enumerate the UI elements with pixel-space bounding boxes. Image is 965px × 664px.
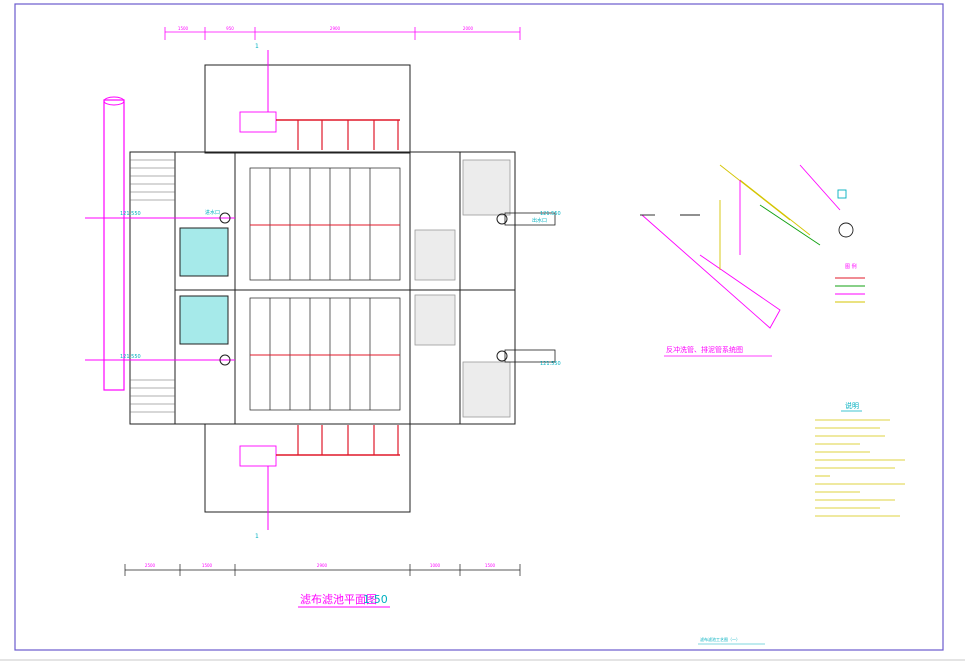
grate-right-mid-b [414,294,456,346]
filter-disks-lower [249,297,401,411]
filter-plan-view: 1500 950 2900 2000 121.550 121.550 121.5… [85,26,561,576]
inlet-label: 进水口 [205,209,220,216]
top-dim-2: 950 [226,26,234,31]
iso-pump-icon [838,222,854,238]
top-dim-1: 1500 [178,26,189,31]
elev-left-lower: 121.550 [120,354,141,360]
elev-left-upper: 121.550 [120,211,141,217]
outlet-label: 出水口 [532,217,547,224]
valve-lower-right [496,350,508,362]
top-dim-4: 2000 [463,26,474,31]
sheet-frame [14,3,944,651]
plan-scale: 1:50 [363,593,388,606]
valve-upper-right [496,213,508,225]
sheet-title: 滤布滤池工艺图（一） [700,636,740,642]
filter-disks-upper [249,167,401,281]
section-mark-1: 1 [255,43,259,50]
cad-drawing-canvas: 1500 950 2900 2000 121.550 121.550 121.5… [0,3,965,661]
grate-right-mid-a [414,229,456,281]
section-mark-2: 1 [255,533,259,540]
bottom-dim-2: 1500 [202,563,213,568]
bottom-dim-5: 1500 [485,563,496,568]
iso-system-diagram [640,164,854,329]
top-dim-3: 2900 [330,26,341,31]
tank-lower-left [179,295,229,345]
stair-left [130,159,175,413]
elev-right-upper: 121.550 [540,211,561,217]
pipe-top-cap [103,96,125,106]
tank-upper-left [179,227,229,277]
iso-title: 反冲洗管、排泥管系统图 [666,345,743,354]
bottom-dim-4: 1000 [430,563,441,568]
legend-title: 图 例 [845,263,857,270]
elev-right-lower: 121.550 [540,361,561,367]
bottom-dim-1: 2500 [145,563,156,568]
legend: 图 例 [835,263,865,303]
notes-title: 说明 [845,401,859,410]
grate-right-top [462,159,511,216]
main-vertical-pipe [103,99,125,391]
pump-group-bottom [239,425,400,530]
notes-block: 说明 [815,401,905,517]
iso-main-pipe [641,214,781,329]
iso-marker [837,189,847,199]
bottom-dim-3: 2900 [317,563,328,568]
grate-right-bottom [462,361,511,418]
